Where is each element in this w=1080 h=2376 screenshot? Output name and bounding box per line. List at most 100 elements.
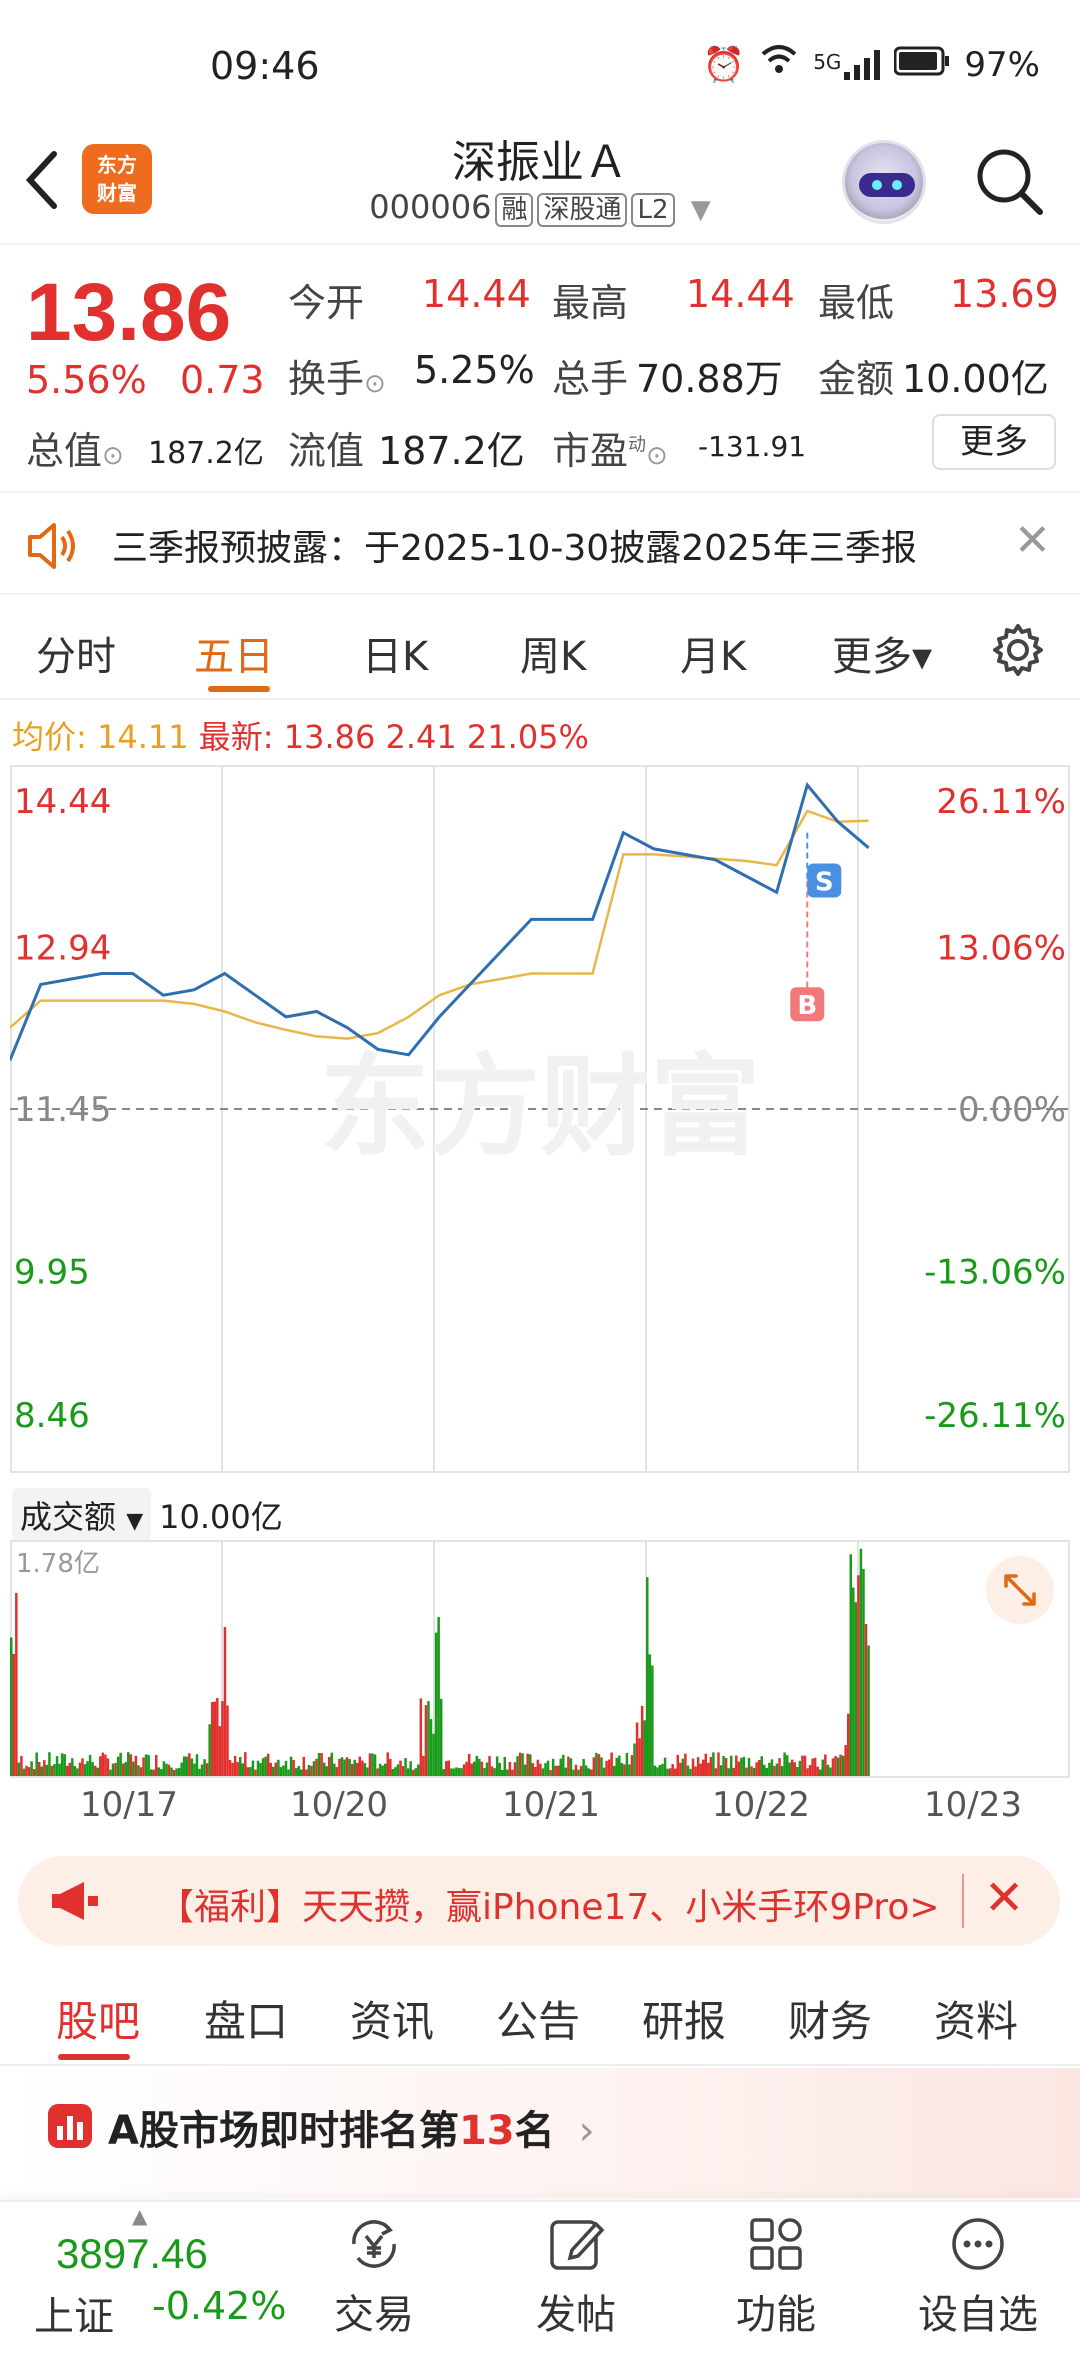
volume-grid bbox=[10, 1540, 1070, 1778]
volume-bar bbox=[612, 1765, 616, 1776]
tab-daily-k[interactable]: 日K bbox=[362, 624, 428, 682]
date-label: 10/17 bbox=[80, 1785, 178, 1825]
volume-bar bbox=[445, 1761, 448, 1776]
battery-level: 97% bbox=[964, 44, 1040, 85]
volume-bar bbox=[534, 1766, 537, 1776]
close-icon[interactable]: ✕ bbox=[1014, 515, 1051, 566]
volume-bar bbox=[272, 1766, 275, 1776]
active-tab-underline bbox=[58, 2054, 130, 2060]
promo-banner[interactable]: 【福利】天天攒，赢iPhone17、小米手环9Pro> ✕ bbox=[18, 1856, 1060, 1946]
volume-bar bbox=[355, 1762, 359, 1776]
tab-announcements[interactable]: 公告 bbox=[496, 1988, 580, 2049]
ranking-banner[interactable]: A股市场即时排名第13名 › bbox=[0, 2068, 1080, 2198]
assistant-robot-icon[interactable] bbox=[842, 140, 926, 224]
volume-value: 70.88万 bbox=[636, 357, 783, 401]
settings-button[interactable] bbox=[990, 622, 1046, 678]
notice-bar[interactable]: 三季报预披露：于2025-10-30披露2025年三季报 ✕ bbox=[0, 495, 1080, 595]
volume-bar bbox=[681, 1758, 685, 1776]
tab-weekly-k[interactable]: 周K bbox=[520, 624, 586, 682]
latest-change: 2.41 bbox=[385, 718, 457, 756]
tab-more[interactable]: 更多▾ bbox=[832, 624, 932, 682]
pe-label: 市盈动⊙ bbox=[552, 420, 668, 475]
tab-financials[interactable]: 财务 bbox=[788, 1988, 872, 2049]
volume-bar bbox=[106, 1758, 110, 1776]
volume-bar bbox=[602, 1767, 606, 1776]
volume-bar bbox=[261, 1758, 265, 1776]
volume-bar bbox=[114, 1762, 117, 1776]
volume-bar bbox=[763, 1764, 766, 1776]
tab-monthly-k[interactable]: 月K bbox=[680, 624, 746, 682]
volume-bar bbox=[81, 1758, 84, 1776]
volume-bar bbox=[73, 1765, 77, 1776]
tab-research[interactable]: 研报 bbox=[642, 1988, 726, 2049]
tab-forum[interactable]: 股吧 bbox=[56, 1988, 140, 2049]
low-value: 13.69 bbox=[950, 272, 1059, 316]
volume-bar bbox=[633, 1743, 636, 1776]
volume-bar bbox=[152, 1769, 155, 1776]
nav-trade[interactable]: 交易 bbox=[304, 2212, 444, 2340]
volume-bar bbox=[96, 1767, 99, 1776]
tab-intraday[interactable]: 分时 bbox=[36, 624, 116, 682]
volume-bar bbox=[801, 1755, 804, 1776]
chart-tabs: 分时 五日 日K 周K 月K 更多▾ bbox=[0, 600, 1080, 700]
more-button[interactable]: 更多 bbox=[932, 414, 1056, 470]
amount-value: 10.00亿 bbox=[902, 357, 1049, 401]
volume-indicator-select[interactable]: 成交额 ▼ bbox=[12, 1488, 152, 1542]
volume-bar bbox=[345, 1757, 349, 1776]
tab-five-day[interactable]: 五日 bbox=[194, 624, 274, 682]
index-value[interactable]: 3897.46 bbox=[56, 2230, 208, 2278]
volume-bar bbox=[317, 1752, 321, 1776]
info-icon[interactable]: ⊙ bbox=[102, 441, 124, 471]
volume-bar bbox=[646, 1577, 649, 1776]
volume-bar bbox=[376, 1768, 379, 1776]
tab-profile[interactable]: 资料 bbox=[934, 1988, 1018, 2049]
volume-bar bbox=[292, 1760, 295, 1776]
volume-bar bbox=[506, 1769, 509, 1776]
volume-bar bbox=[406, 1768, 410, 1776]
expand-button[interactable] bbox=[986, 1556, 1054, 1624]
tab-news[interactable]: 资讯 bbox=[350, 1988, 434, 2049]
nav-post[interactable]: 发帖 bbox=[506, 2212, 646, 2340]
index-name[interactable]: 上证 bbox=[34, 2284, 114, 2342]
volume-bar bbox=[735, 1755, 738, 1776]
search-icon bbox=[977, 149, 1043, 215]
promo-text: 【福利】天天攒，赢iPhone17、小米手环9Pro> bbox=[158, 1887, 940, 1928]
amount-label: 金额 bbox=[818, 357, 895, 401]
five-day-price-chart[interactable]: 东方财富 14.44 26.11% 12.94 13.06% 11.45 0.00% 9.9… bbox=[10, 765, 1070, 1480]
volume-bar bbox=[755, 1762, 758, 1776]
info-icon[interactable]: ⊙ bbox=[646, 441, 668, 471]
volume-bar bbox=[223, 1627, 227, 1776]
y-tick-left: 11.45 bbox=[14, 1090, 111, 1130]
tab-orderbook[interactable]: 盘口 bbox=[204, 1988, 288, 2049]
volume-bar bbox=[83, 1764, 87, 1776]
volume-bar bbox=[91, 1762, 94, 1776]
volume-bar bbox=[330, 1752, 334, 1776]
volume-bar bbox=[803, 1755, 807, 1776]
volume-bar bbox=[635, 1722, 639, 1776]
volume-bar bbox=[839, 1754, 842, 1776]
volume-bar bbox=[30, 1761, 33, 1776]
volume-label: 总手 bbox=[552, 357, 629, 401]
volume-bar bbox=[516, 1756, 519, 1776]
volume-bar bbox=[132, 1761, 135, 1776]
volume-bar bbox=[294, 1768, 298, 1776]
volume-chart[interactable]: 1.78亿 bbox=[10, 1540, 1070, 1780]
volume-bar bbox=[582, 1759, 585, 1776]
volume-bar bbox=[20, 1755, 23, 1776]
volume-bar bbox=[757, 1760, 761, 1776]
info-icon[interactable]: ⊙ bbox=[364, 369, 386, 399]
volume-bar bbox=[816, 1766, 819, 1776]
notice-text: 三季报预披露：于2025-10-30披露2025年三季报 bbox=[112, 528, 917, 569]
volume-bar bbox=[480, 1761, 484, 1776]
volume-bar bbox=[473, 1761, 476, 1776]
nav-functions[interactable]: 功能 bbox=[706, 2212, 846, 2340]
nav-add-watchlist[interactable]: 设自选 bbox=[908, 2212, 1048, 2340]
volume-bar bbox=[465, 1761, 468, 1776]
volume-bar bbox=[417, 1764, 420, 1776]
high-label: 最高 bbox=[552, 281, 629, 325]
ranking-suffix: 名 bbox=[514, 2108, 555, 2154]
close-icon[interactable]: ✕ bbox=[984, 1870, 1024, 1926]
volume-bar bbox=[335, 1767, 339, 1776]
search-button[interactable] bbox=[974, 146, 1044, 216]
volume-bar bbox=[297, 1765, 300, 1776]
